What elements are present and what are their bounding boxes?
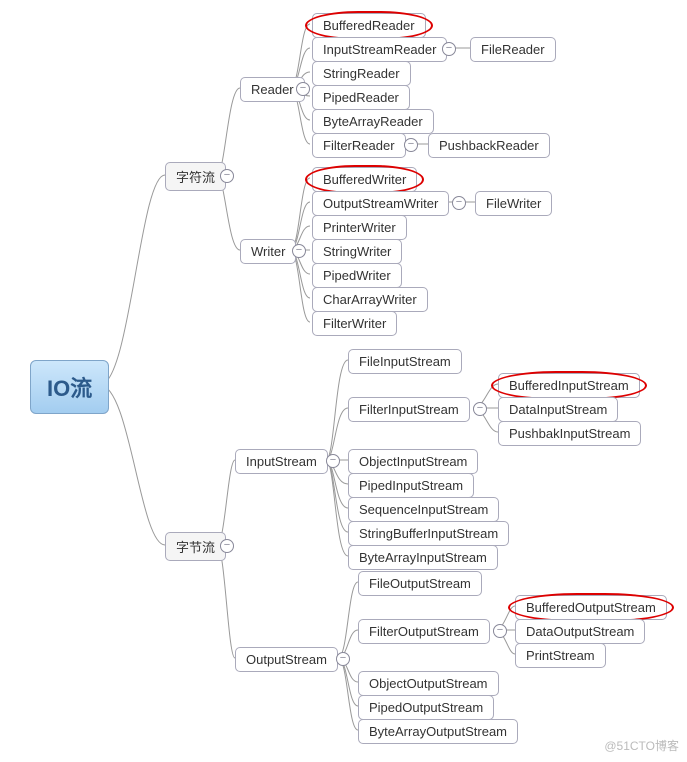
collapse-icon[interactable]: − [220, 169, 234, 183]
pushback-reader-node[interactable]: PushbackReader [428, 133, 550, 158]
input-stream-node[interactable]: InputStream [235, 449, 328, 474]
data-output-stream-node[interactable]: DataOutputStream [515, 619, 645, 644]
collapse-icon[interactable]: − [220, 539, 234, 553]
piped-reader-node[interactable]: PipedReader [312, 85, 410, 110]
file-writer-node[interactable]: FileWriter [475, 191, 552, 216]
char-array-writer-node[interactable]: CharArrayWriter [312, 287, 428, 312]
piped-input-stream-node[interactable]: PipedInputStream [348, 473, 474, 498]
collapse-icon[interactable]: − [442, 42, 456, 56]
string-writer-node[interactable]: StringWriter [312, 239, 402, 264]
file-reader-node[interactable]: FileReader [470, 37, 556, 62]
filter-reader-node[interactable]: FilterReader [312, 133, 406, 158]
buffered-output-stream-node[interactable]: BufferedOutputStream [515, 595, 667, 620]
writer-node[interactable]: Writer [240, 239, 296, 264]
collapse-icon[interactable]: − [452, 196, 466, 210]
filter-output-stream-node[interactable]: FilterOutputStream [358, 619, 490, 644]
printer-writer-node[interactable]: PrinterWriter [312, 215, 407, 240]
byte-array-reader-node[interactable]: ByteArrayReader [312, 109, 434, 134]
char-stream-node[interactable]: 字符流 [165, 162, 226, 191]
file-input-stream-node[interactable]: FileInputStream [348, 349, 462, 374]
buffered-writer-node[interactable]: BufferedWriter [312, 167, 417, 192]
collapse-icon[interactable]: − [404, 138, 418, 152]
string-buffer-input-stream-node[interactable]: StringBufferInputStream [348, 521, 509, 546]
collapse-icon[interactable]: − [326, 454, 340, 468]
input-stream-reader-node[interactable]: InputStreamReader [312, 37, 447, 62]
filter-writer-node[interactable]: FilterWriter [312, 311, 397, 336]
watermark-text: @51CTO博客 [604, 737, 679, 754]
piped-writer-node[interactable]: PipedWriter [312, 263, 402, 288]
root-node[interactable]: IO流 [30, 360, 109, 414]
piped-output-stream-node[interactable]: PipedOutputStream [358, 695, 494, 720]
buffered-reader-node[interactable]: BufferedReader [312, 13, 426, 38]
object-output-stream-node[interactable]: ObjectOutputStream [358, 671, 499, 696]
sequence-input-stream-node[interactable]: SequenceInputStream [348, 497, 499, 522]
object-input-stream-node[interactable]: ObjectInputStream [348, 449, 478, 474]
data-input-stream-node[interactable]: DataInputStream [498, 397, 618, 422]
collapse-icon[interactable]: − [493, 624, 507, 638]
pushbak-input-stream-node[interactable]: PushbakInputStream [498, 421, 641, 446]
output-stream-node[interactable]: OutputStream [235, 647, 338, 672]
filter-input-stream-node[interactable]: FilterInputStream [348, 397, 470, 422]
byte-array-output-stream-node[interactable]: ByteArrayOutputStream [358, 719, 518, 744]
print-stream-node[interactable]: PrintStream [515, 643, 606, 668]
reader-node[interactable]: Reader [240, 77, 305, 102]
collapse-icon[interactable]: − [336, 652, 350, 666]
byte-array-input-stream-node[interactable]: ByteArrayInputStream [348, 545, 498, 570]
buffered-input-stream-node[interactable]: BufferedInputStream [498, 373, 640, 398]
file-output-stream-node[interactable]: FileOutputStream [358, 571, 482, 596]
collapse-icon[interactable]: − [292, 244, 306, 258]
string-reader-node[interactable]: StringReader [312, 61, 411, 86]
collapse-icon[interactable]: − [296, 82, 310, 96]
byte-stream-node[interactable]: 字节流 [165, 532, 226, 561]
collapse-icon[interactable]: − [473, 402, 487, 416]
output-stream-writer-node[interactable]: OutputStreamWriter [312, 191, 449, 216]
